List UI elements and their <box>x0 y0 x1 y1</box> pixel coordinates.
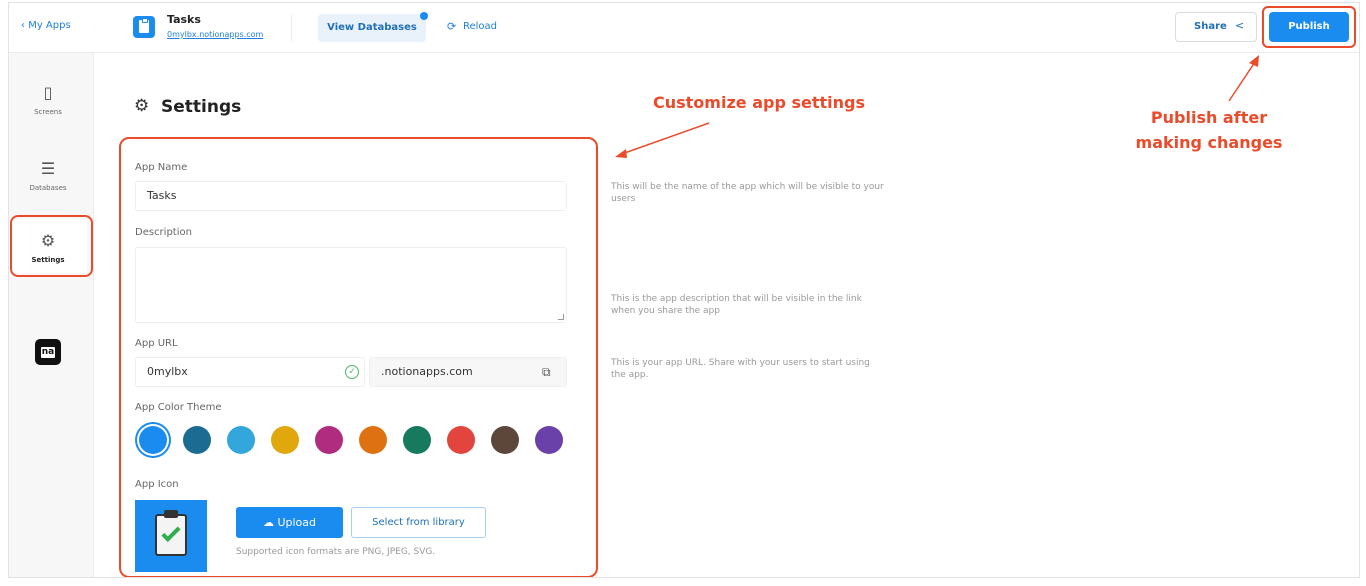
app-url-label: App URL <box>135 338 178 349</box>
page-title: Settings <box>161 97 242 117</box>
app-name-input[interactable]: Tasks <box>135 181 567 211</box>
color-swatch[interactable] <box>491 426 519 454</box>
app-url-suffix: .notionapps.com <box>369 357 567 387</box>
reload-icon[interactable]: ⟳ <box>447 20 456 33</box>
color-swatch[interactable] <box>271 426 299 454</box>
app-icon <box>133 16 155 38</box>
resize-handle[interactable] <box>558 314 564 320</box>
sidebar-item-databases[interactable]: ☰ Databases <box>9 159 87 192</box>
color-swatch[interactable] <box>359 426 387 454</box>
app-icon-label: App Icon <box>135 479 179 490</box>
upload-label: Upload <box>277 516 317 529</box>
app-window: ‹ My Apps Tasks 0mylbx.notionapps.com Vi… <box>8 2 1360 578</box>
cloud-upload-icon: ☁ <box>262 516 278 529</box>
color-theme-label: App Color Theme <box>135 402 222 413</box>
annotation-publish-line1: Publish after <box>1150 108 1268 127</box>
color-swatch[interactable] <box>535 426 563 454</box>
app-url-help: This is your app URL. Share with your us… <box>611 358 870 380</box>
check-circle-icon: ✓ <box>345 365 359 379</box>
app-icon-preview <box>135 500 207 572</box>
annotation-arrow-customize <box>615 122 710 158</box>
reload-button[interactable]: Reload <box>463 21 497 32</box>
select-from-library-button[interactable]: Select from library <box>351 507 486 538</box>
annotation-publish-line2: making changes <box>1135 133 1283 152</box>
app-name-label: App Name <box>135 162 188 173</box>
sidebar-item-screens[interactable]: ▯ Screens <box>9 83 87 116</box>
phone-icon: ▯ <box>43 83 53 102</box>
copy-icon[interactable]: ⧉ <box>542 365 551 380</box>
chevron-left-icon: ‹ <box>21 20 25 31</box>
app-title: Tasks <box>167 13 201 26</box>
color-swatch[interactable] <box>315 426 343 454</box>
sidebar-item-label: Screens <box>34 108 62 116</box>
top-bar: ‹ My Apps Tasks 0mylbx.notionapps.com Vi… <box>9 3 1359 53</box>
app-name-help: This will be the name of the app which w… <box>611 182 884 204</box>
annotation-arrow-publish <box>1228 55 1259 102</box>
gear-icon: ⚙ <box>134 96 150 116</box>
description-textarea[interactable] <box>135 247 567 323</box>
description-help: This is the app description that will be… <box>611 294 862 316</box>
view-databases-button[interactable]: View Databases <box>318 14 426 42</box>
app-domain-link[interactable]: 0mylbx.notionapps.com <box>167 30 263 39</box>
share-label: Share <box>1194 21 1227 32</box>
share-button[interactable]: Share <box>1175 12 1257 42</box>
description-label: Description <box>135 227 192 238</box>
notification-dot <box>420 12 428 20</box>
divider <box>291 15 292 41</box>
clipboard-clip <box>164 510 178 518</box>
color-swatch[interactable] <box>139 426 167 454</box>
app-url-input[interactable]: 0mylbx <box>135 357 365 387</box>
share-icon: < <box>1235 19 1245 32</box>
settings-highlight <box>10 215 93 277</box>
back-label: My Apps <box>28 20 71 31</box>
sidebar-item-label: Databases <box>29 184 67 192</box>
color-swatch[interactable] <box>227 426 255 454</box>
menu-icon: ☰ <box>40 159 56 178</box>
color-swatch[interactable] <box>183 426 211 454</box>
logo-text: na <box>40 347 56 358</box>
color-swatch[interactable] <box>403 426 431 454</box>
back-to-my-apps-link[interactable]: ‹ My Apps <box>21 20 71 31</box>
notionapps-logo: na <box>35 339 61 365</box>
sidebar: ▯ Screens ☰ Databases ⚙ Settings na <box>9 53 94 577</box>
publish-highlight <box>1262 6 1356 48</box>
color-swatch[interactable] <box>447 426 475 454</box>
icon-formats-note: Supported icon formats are PNG, JPEG, SV… <box>236 547 436 557</box>
annotation-customize: Customize app settings <box>653 93 865 112</box>
upload-button[interactable]: ☁ Upload <box>236 507 343 538</box>
